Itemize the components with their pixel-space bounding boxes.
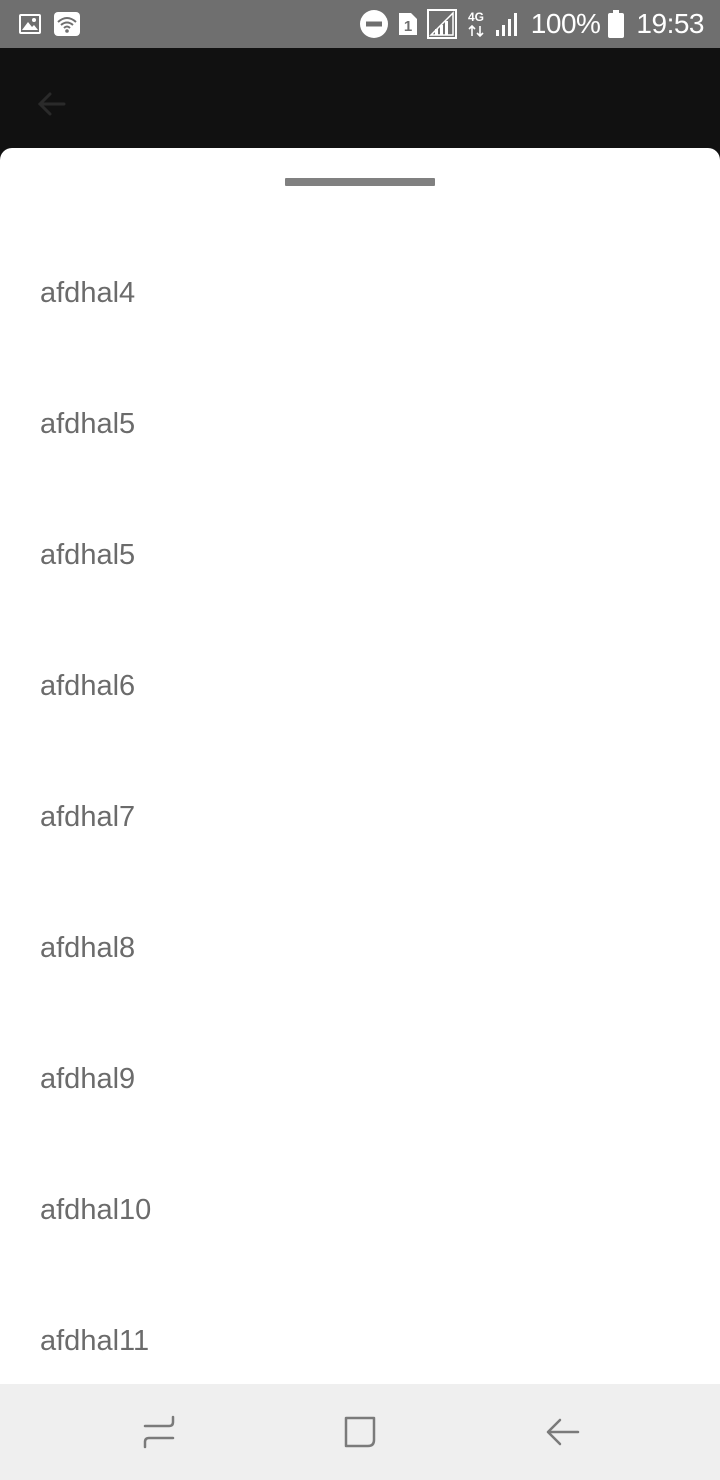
list-item[interactable]: afdhal4	[0, 228, 720, 359]
status-left	[18, 12, 80, 36]
bottom-sheet: afdhal4 afdhal5 afdhal5 afdhal6 afdhal7 …	[0, 148, 720, 1384]
sim-label: 1	[404, 18, 412, 35]
recent-apps-icon[interactable]	[137, 1410, 181, 1454]
list-item[interactable]: afdhal7	[0, 752, 720, 883]
status-right: 1 4G 100% 19:53	[359, 8, 704, 40]
list-item[interactable]: afdhal5	[0, 490, 720, 621]
app-bar	[0, 48, 720, 158]
network-label: 4G	[468, 10, 484, 24]
arrow-left-icon[interactable]	[34, 86, 70, 122]
list-item[interactable]: afdhal5	[0, 359, 720, 490]
4g-icon: 4G	[465, 9, 487, 39]
battery-icon	[608, 10, 625, 38]
account-list: afdhal4 afdhal5 afdhal5 afdhal6 afdhal7 …	[0, 228, 720, 1384]
battery-percent: 100%	[530, 8, 601, 39]
signal-bars-icon	[495, 10, 521, 38]
status-time: 19:53	[636, 8, 704, 39]
list-item[interactable]: afdhal8	[0, 883, 720, 1014]
list-item[interactable]: afdhal6	[0, 621, 720, 752]
list-item[interactable]: afdhal9	[0, 1014, 720, 1145]
list-item[interactable]: afdhal11	[0, 1276, 720, 1384]
signal-icon	[426, 9, 457, 39]
do-not-disturb-icon	[359, 9, 389, 39]
home-icon[interactable]	[338, 1410, 382, 1454]
sim-1-icon: 1	[397, 11, 419, 37]
drag-handle[interactable]	[285, 178, 435, 186]
wifi-icon	[54, 12, 80, 36]
navigation-bar	[0, 1384, 720, 1480]
gallery-icon	[18, 13, 42, 35]
back-icon[interactable]	[540, 1410, 584, 1454]
list-item[interactable]: afdhal10	[0, 1145, 720, 1276]
status-bar: 1 4G 100% 19:53	[0, 0, 720, 48]
